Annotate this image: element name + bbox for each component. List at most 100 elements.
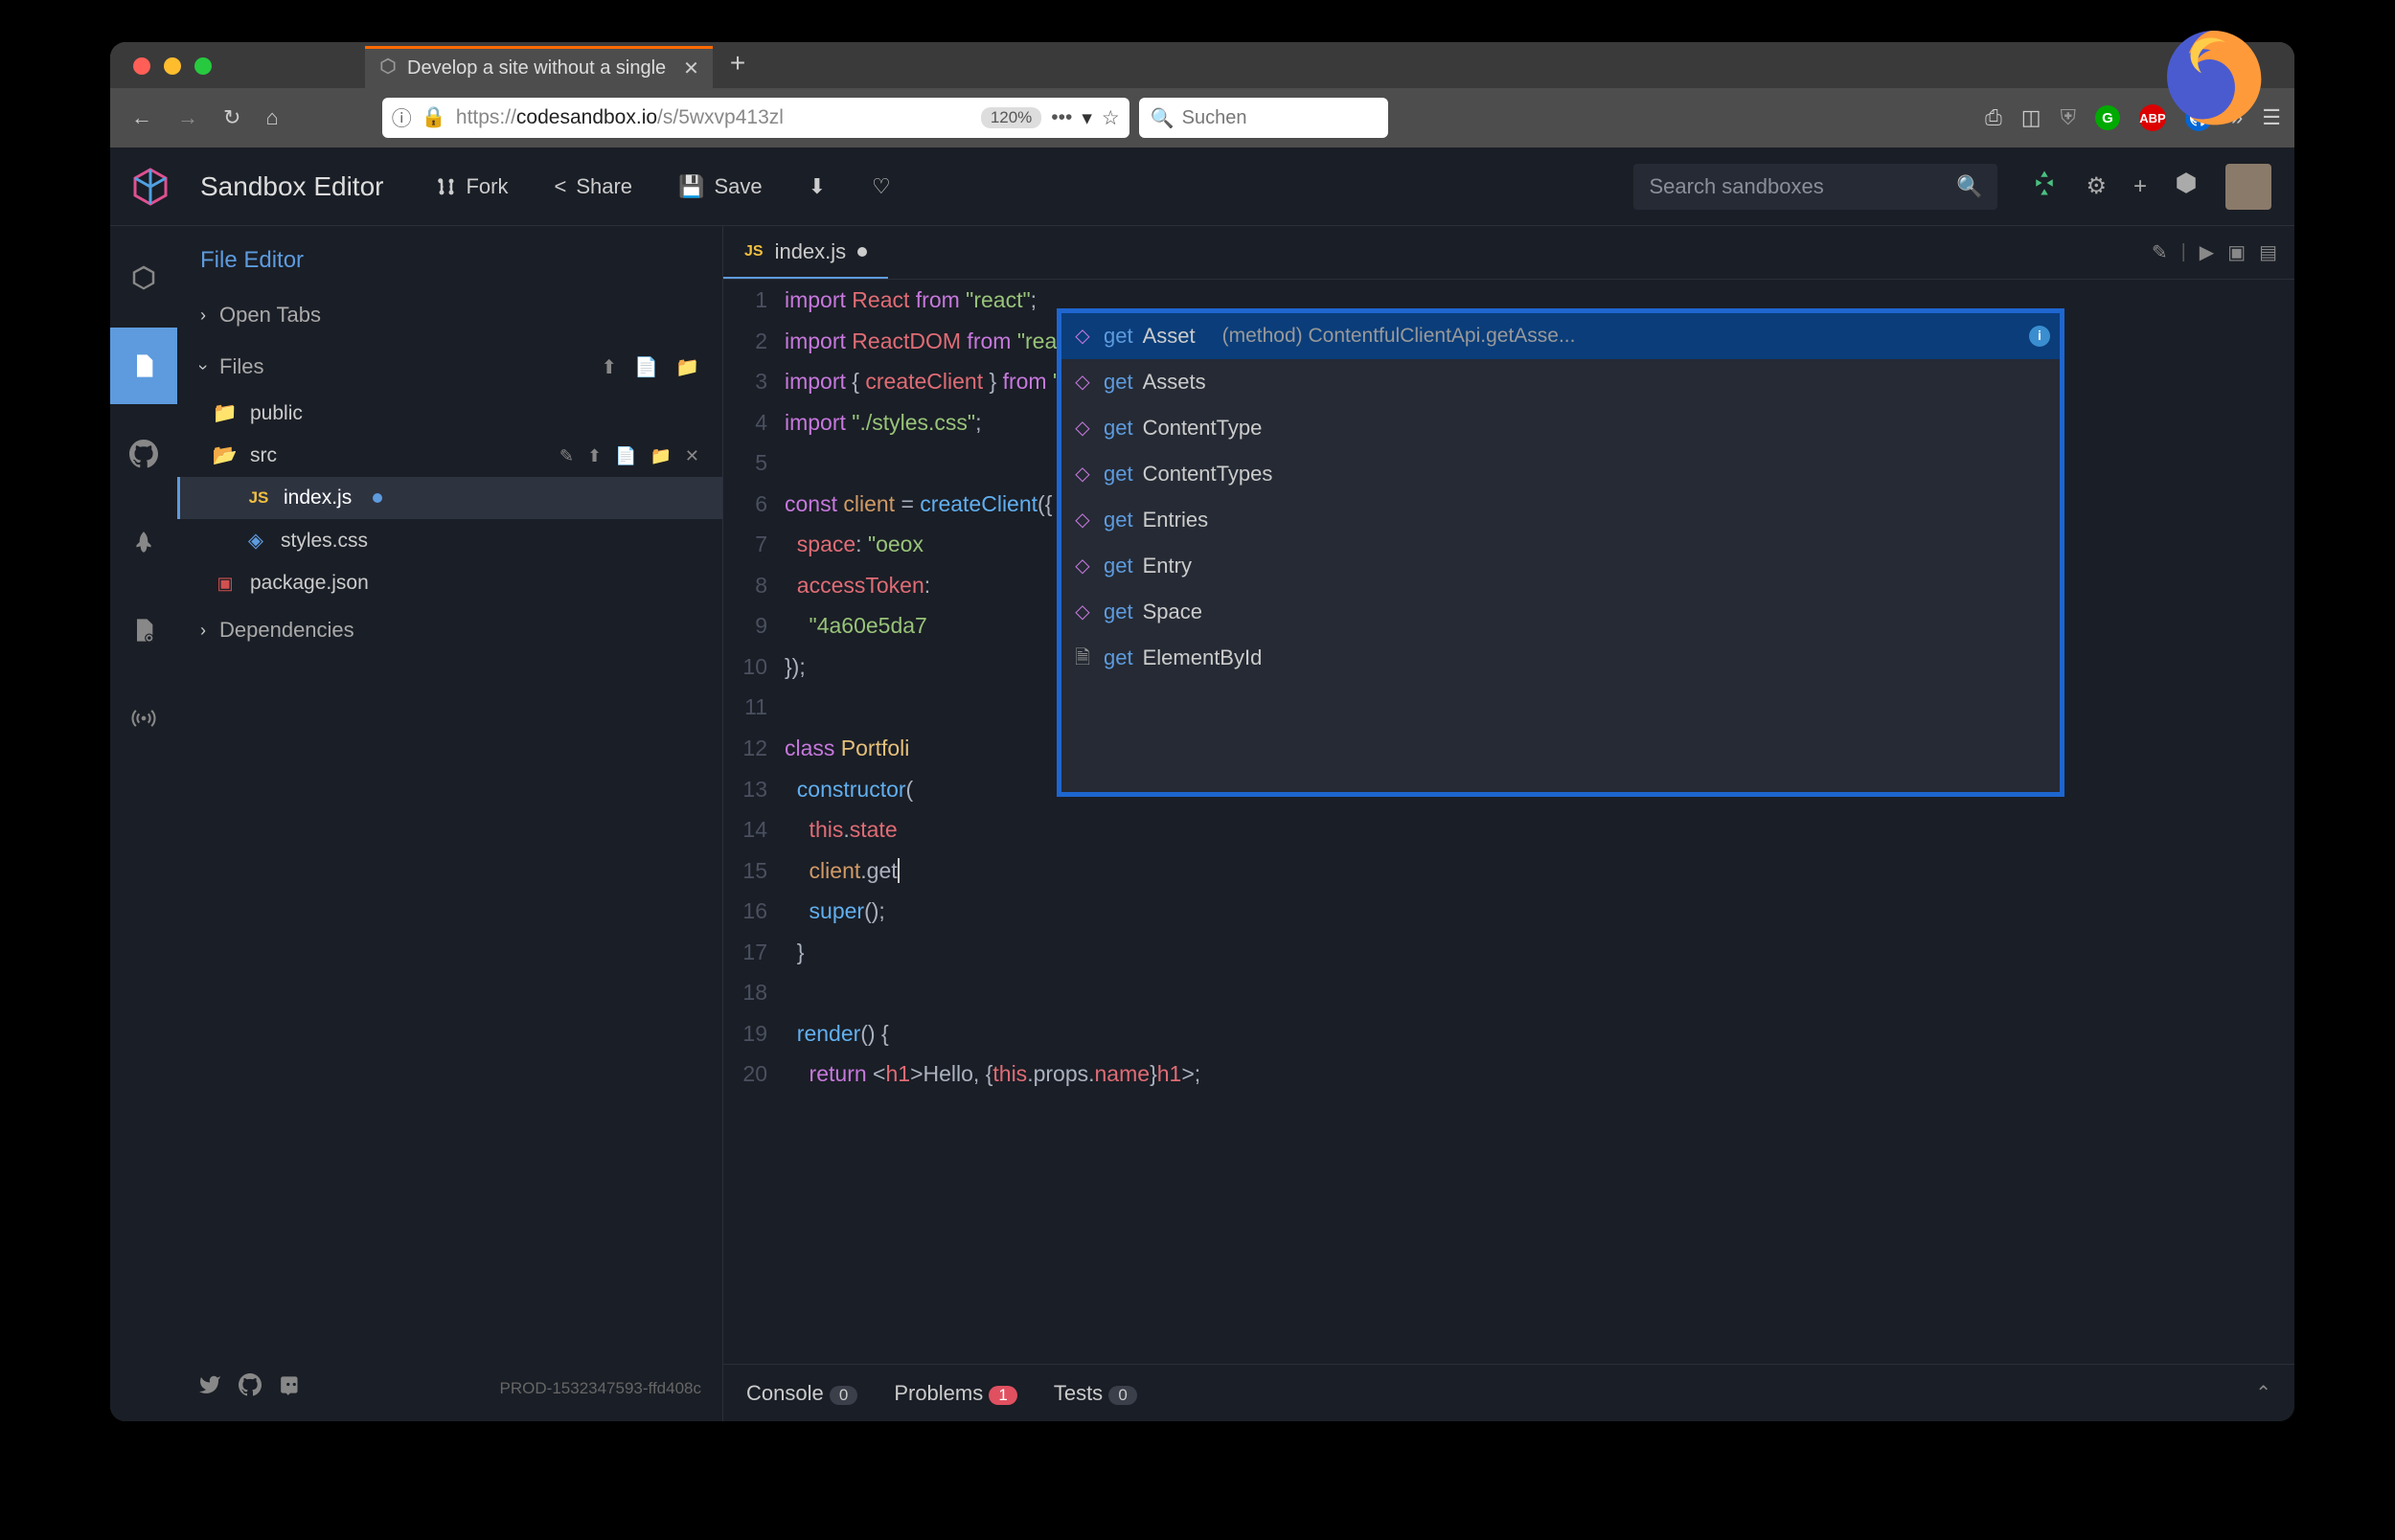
- build-id: PROD-1532347593-ffd408c: [500, 1379, 701, 1398]
- layout-icon[interactable]: ▤: [2259, 240, 2277, 264]
- browser-search-bar[interactable]: 🔍 Suchen: [1139, 98, 1388, 138]
- bookmark-star-icon[interactable]: ☆: [1102, 106, 1120, 130]
- settings-icon[interactable]: ⚙: [2086, 172, 2107, 200]
- files-section[interactable]: › Files ⬆ 📄 📁: [177, 341, 722, 393]
- share-button[interactable]: < Share: [542, 169, 644, 205]
- file-index-label: index.js: [284, 487, 352, 510]
- autocomplete-item[interactable]: ◇getAssets: [1061, 359, 2060, 405]
- site-info-icon[interactable]: ⓘ: [392, 103, 412, 132]
- code-line[interactable]: 20 return <h1>Hello, {this.props.name}h1…: [723, 1053, 2294, 1095]
- suggestion-kind-icon: 🗎: [1071, 641, 1094, 676]
- autocomplete-item[interactable]: ◇getContentType: [1061, 405, 2060, 451]
- rail-github[interactable]: [110, 416, 177, 492]
- zoom-badge[interactable]: 120%: [981, 107, 1041, 128]
- address-bar[interactable]: ⓘ 🔒 https:// codesandbox.io /s/5wxvp413z…: [382, 98, 1129, 138]
- new-file-icon[interactable]: 📄: [615, 446, 636, 466]
- discord-icon[interactable]: [279, 1372, 304, 1404]
- code-line[interactable]: 14 this.state: [723, 809, 2294, 850]
- reload-button[interactable]: ↻: [216, 100, 248, 136]
- info-icon[interactable]: i: [2029, 326, 2050, 347]
- edit-action-icon[interactable]: ✎: [2152, 240, 2168, 264]
- problems-tab[interactable]: Problems 1: [894, 1381, 1017, 1406]
- browser-tab[interactable]: Develop a site without a single ✕: [365, 46, 713, 88]
- new-file-icon[interactable]: 📄: [634, 355, 658, 379]
- rail-live[interactable]: [110, 680, 177, 757]
- new-tab-button[interactable]: +: [713, 48, 763, 88]
- url-more-icon[interactable]: •••: [1051, 106, 1072, 129]
- forward-button[interactable]: →: [170, 100, 206, 136]
- modified-dot-icon: [373, 493, 382, 503]
- autocomplete-item[interactable]: ◇getContentTypes: [1061, 451, 2060, 497]
- folder-public[interactable]: 📁 public: [177, 393, 722, 435]
- new-folder-icon[interactable]: 📁: [650, 446, 671, 466]
- rail-deploy[interactable]: [110, 504, 177, 580]
- shield-icon[interactable]: ⛨: [2061, 105, 2077, 130]
- file-styles-css[interactable]: ◈ styles.css: [177, 519, 722, 562]
- autocomplete-item[interactable]: ◇getEntries: [1061, 497, 2060, 543]
- browser-tabbar: Develop a site without a single ✕ +: [110, 42, 2294, 88]
- dependencies-section[interactable]: › Dependencies: [177, 604, 722, 656]
- code-line[interactable]: 16 super();: [723, 891, 2294, 932]
- autocomplete-item[interactable]: 🗎getElementById: [1061, 635, 2060, 681]
- code-line[interactable]: 17 }: [723, 932, 2294, 973]
- rail-file-editor[interactable]: [110, 328, 177, 404]
- suggestion-kind-icon: ◇: [1071, 319, 1094, 354]
- preview-icon[interactable]: ▶: [2200, 240, 2214, 264]
- rail-explorer[interactable]: [110, 239, 177, 316]
- new-folder-icon[interactable]: 📁: [675, 355, 699, 379]
- download-button[interactable]: ⬇: [797, 169, 837, 205]
- integrations-icon[interactable]: [2030, 169, 2059, 204]
- twitter-icon[interactable]: [198, 1373, 221, 1403]
- upload-icon[interactable]: ⬆: [587, 446, 602, 466]
- css-file-icon: ◈: [244, 529, 267, 553]
- library-icon[interactable]: ⎙: [1985, 105, 2002, 130]
- console-tab[interactable]: Console 0: [746, 1381, 857, 1406]
- folder-src[interactable]: 📂 src ✎ ⬆ 📄 📁 ✕: [177, 435, 722, 477]
- save-button[interactable]: 💾 Save: [667, 169, 774, 205]
- edit-icon[interactable]: ✎: [559, 446, 574, 466]
- sandbox-search-placeholder: Search sandboxes: [1649, 174, 1945, 199]
- autocomplete-item[interactable]: ◇getSpace: [1061, 589, 2060, 635]
- file-package-json[interactable]: ▣ package.json: [177, 562, 722, 604]
- cube-icon[interactable]: [2174, 170, 2199, 202]
- file-index-js[interactable]: JS index.js: [177, 477, 722, 519]
- codesandbox-logo[interactable]: [124, 160, 177, 214]
- maximize-window-button[interactable]: [194, 57, 212, 75]
- back-button[interactable]: ←: [124, 100, 160, 136]
- code-line[interactable]: 15 client.get: [723, 850, 2294, 892]
- tab-close-icon[interactable]: ✕: [683, 57, 699, 80]
- user-avatar[interactable]: [2225, 164, 2271, 210]
- github-icon[interactable]: [239, 1373, 262, 1403]
- expand-panel-icon[interactable]: ⌃: [2255, 1381, 2271, 1405]
- chevron-down-icon: ›: [194, 364, 214, 370]
- search-icon: 🔍: [1956, 174, 1982, 199]
- like-button[interactable]: ♡: [860, 169, 902, 205]
- open-tabs-section[interactable]: › Open Tabs: [177, 289, 722, 341]
- terminal-icon[interactable]: ▣: [2227, 240, 2246, 264]
- upload-icon[interactable]: ⬆: [601, 355, 617, 379]
- code-line[interactable]: 18: [723, 972, 2294, 1013]
- code-line[interactable]: 19 render() {: [723, 1013, 2294, 1054]
- delete-icon[interactable]: ✕: [685, 446, 699, 466]
- sandbox-search[interactable]: Search sandboxes 🔍: [1633, 164, 1997, 210]
- code-area[interactable]: 1import React from "react";2import React…: [723, 280, 2294, 1364]
- minimize-window-button[interactable]: [164, 57, 181, 75]
- new-sandbox-icon[interactable]: +: [2133, 173, 2147, 200]
- fork-label: Fork: [466, 174, 508, 199]
- tests-tab[interactable]: Tests 0: [1054, 1381, 1137, 1406]
- url-path: /s/5wxvp413zl: [657, 106, 784, 129]
- fork-button[interactable]: Fork: [425, 169, 519, 205]
- autocomplete-item[interactable]: ◇getAsset(method) ContentfulClientApi.ge…: [1061, 313, 2060, 359]
- rail-config[interactable]: [110, 592, 177, 668]
- folder-public-label: public: [250, 402, 303, 425]
- sidebar-toggle-icon[interactable]: ◫: [2021, 105, 2041, 130]
- share-label: Share: [576, 174, 632, 199]
- grammarly-icon[interactable]: G: [2095, 105, 2120, 130]
- home-button[interactable]: ⌂: [258, 100, 285, 136]
- lock-icon: 🔒: [422, 106, 446, 129]
- editor-tab-index[interactable]: JS index.js: [723, 226, 888, 279]
- app-header: Sandbox Editor Fork < Share 💾 Save ⬇ ♡ S…: [110, 147, 2294, 226]
- close-window-button[interactable]: [133, 57, 150, 75]
- autocomplete-item[interactable]: ◇getEntry: [1061, 543, 2060, 589]
- reader-mode-icon[interactable]: ▾: [1082, 106, 1092, 130]
